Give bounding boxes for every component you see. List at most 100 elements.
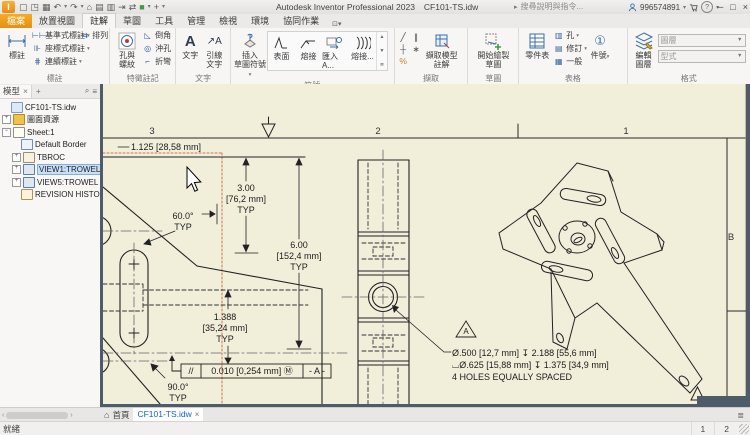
undo-dropdown-icon[interactable]: ▾ (64, 2, 67, 12)
collapse-icon[interactable]: − (2, 128, 11, 137)
bend-button[interactable]: ⌐折彎 (142, 57, 171, 67)
maximize-button[interactable]: □ (730, 2, 735, 12)
redo-dropdown-icon[interactable]: ▾ (81, 2, 84, 12)
tab-tools[interactable]: 工具 (148, 14, 180, 28)
cart-icon[interactable] (689, 3, 698, 12)
center-axis-icon[interactable]: % (397, 55, 410, 67)
user-dropdown-icon[interactable]: ▾ (683, 4, 686, 11)
sheet-number-2[interactable]: 2 (714, 422, 738, 435)
dimension-button[interactable]: 標註 (2, 29, 32, 60)
user-id[interactable]: 996574891 (640, 3, 680, 12)
home-icon[interactable]: ⌂ (87, 2, 92, 12)
arrange-button[interactable]: ⇉排列 (79, 31, 108, 41)
tree-item-title-block[interactable]: + TBROC (0, 151, 100, 164)
panel-label-retrieve[interactable]: 擷取 (397, 73, 466, 84)
expand-icon[interactable]: + (12, 153, 21, 162)
panel-label-feature-notes[interactable]: 特徵註記 (112, 73, 173, 84)
section-view[interactable] (342, 150, 424, 404)
help-icon[interactable]: ? (701, 1, 713, 13)
inventor-logo-icon[interactable]: I (2, 1, 15, 13)
tab-environments[interactable]: 環境 (244, 14, 276, 28)
scrollbar-thumb[interactable] (6, 412, 68, 419)
tab-list-icon[interactable]: ≣ (737, 411, 744, 420)
dim-60-deg[interactable]: 60.0° TYP (172, 211, 194, 232)
gallery-expand-icon[interactable]: ≣ (380, 62, 384, 68)
browser-tab-model[interactable]: 模型× (0, 85, 32, 98)
centerline-bisector-icon[interactable]: ∥ (410, 31, 423, 43)
layer-dropdown-icon[interactable]: ▼ (737, 37, 742, 43)
dim-3-00[interactable]: 3.00 [76,2 mm] TYP (226, 183, 266, 215)
dim-1-125[interactable]: 1.125 [28,58 mm] (131, 142, 201, 152)
ordinate-dimension-button[interactable]: ⊪ 座標式標註▾ (32, 44, 90, 54)
search-arrow-icon[interactable]: ▸ (514, 3, 518, 11)
tree-item-default-border[interactable]: Default Border (0, 139, 100, 152)
dim-90-deg[interactable]: 90.0° TYP (167, 382, 189, 403)
panel-label-table[interactable]: 表格 (521, 73, 624, 84)
minimize-button[interactable]: ─ (717, 2, 723, 12)
iso-view[interactable] (499, 163, 702, 393)
tab-home[interactable]: ⌂ 首頁 (100, 409, 133, 422)
layer-select[interactable]: 圖層▼ (658, 34, 746, 47)
panel-label-format[interactable]: 格式 (630, 73, 749, 84)
style-select[interactable]: 型式▼ (658, 50, 746, 63)
close-button[interactable]: × (743, 2, 748, 12)
panel-label-dimension[interactable]: 標註 (2, 73, 107, 84)
tree-item-document[interactable]: CF101-TS.idw (0, 101, 100, 114)
style-dropdown-icon[interactable]: ▼ (737, 53, 742, 59)
dim-1-388[interactable]: 1.388 [35,24 mm] TYP (202, 312, 247, 344)
redo-icon[interactable]: ↷ (70, 2, 78, 12)
tab-close-icon[interactable]: × (195, 410, 200, 419)
tree-item-view5[interactable]: + VIEW5:TROWEL SPIDE (0, 176, 100, 189)
balloon-button[interactable]: ① 件號▾ (587, 29, 613, 62)
edit-layers-button[interactable]: 編輯圖層 (630, 29, 658, 69)
scroll-right-icon[interactable]: › (70, 412, 72, 419)
text-button[interactable]: A 文字 (178, 29, 202, 60)
ribbon-display-toggle-icon[interactable]: ⊡▾ (332, 20, 341, 28)
hole-table-button[interactable]: ▥ 孔▾ (553, 31, 587, 41)
tab-place-views[interactable]: 放置視圖 (32, 14, 82, 28)
tree-item-sheet1[interactable]: − Sheet:1 (0, 126, 100, 139)
open-icon[interactable]: ◳ (31, 2, 40, 12)
add-icon[interactable]: + (154, 2, 159, 12)
tab-file[interactable]: 檔案 (0, 14, 32, 28)
fcf[interactable]: // 0.010 [0,254 mm] Ⓜ - A - (169, 355, 331, 378)
center-mark-icon[interactable]: ┼ (397, 43, 410, 55)
user-icon[interactable] (628, 3, 637, 12)
gallery-up-icon[interactable]: ▲ (379, 34, 384, 40)
appearance-dropdown-icon[interactable]: ▾ (148, 2, 151, 12)
parts-list-button[interactable]: 零件表 (521, 29, 553, 60)
gallery-down-icon[interactable]: ▼ (379, 48, 384, 54)
new-icon[interactable]: ▢ (19, 2, 28, 12)
tree-item-revision-history[interactable]: REVISION HISTORY (1 (0, 189, 100, 202)
start-sketch-button[interactable]: 開始繪製草圖 (472, 29, 514, 69)
search-placeholder[interactable]: 搜尋說明與指令... (521, 1, 584, 12)
link-icon[interactable]: ⇥ (118, 2, 126, 12)
save-icon[interactable]: ▦ (42, 2, 51, 12)
help-search[interactable]: ▸ 搜尋說明與指令... (514, 1, 583, 12)
centerline-icon[interactable]: ╱ (397, 31, 410, 43)
tree-item-view1[interactable]: + VIEW1:TROWEL SPIDE (0, 164, 100, 177)
view-icon[interactable]: ▤ (95, 2, 104, 12)
browser-hscrollbar[interactable]: ‹ › (0, 412, 100, 419)
print-icon[interactable]: ▥ (107, 2, 116, 12)
chamfer-button[interactable]: ◺倒角 (142, 31, 171, 41)
drawing-canvas[interactable]: 3 2 1 B (100, 84, 750, 407)
centered-pattern-icon[interactable]: ∗ (410, 43, 423, 55)
browser-close-icon[interactable]: × (23, 85, 28, 98)
surface-texture-button[interactable]: 表面 (268, 32, 295, 70)
insert-sketch-symbol-button[interactable]: 插入草圖符號▾ (233, 29, 267, 80)
caterpillar-weld-button[interactable]: 熔接... (349, 32, 376, 70)
welding-symbol-button[interactable]: 熔接 (295, 32, 322, 70)
tab-manage[interactable]: 管理 (180, 14, 212, 28)
view-boundary-highlight[interactable] (103, 153, 222, 404)
hole-thread-button[interactable]: 孔與螺紋 (112, 29, 142, 69)
general-table-button[interactable]: ▦ 一般 (553, 57, 587, 67)
undo-icon[interactable]: ↶ (54, 2, 62, 12)
chain-dimension-button[interactable]: ⋕ 連續標註▾ (32, 57, 90, 67)
expand-icon[interactable]: + (12, 178, 21, 187)
expand-icon[interactable]: + (2, 115, 11, 124)
tree-item-drawing-resources[interactable]: + 圖面資源 (0, 114, 100, 127)
browser-search-icon[interactable]: ⌕ (85, 86, 89, 96)
dim-6-00[interactable]: 6.00 [152,4 mm] TYP (276, 240, 321, 272)
expand-icon[interactable]: + (12, 165, 21, 174)
